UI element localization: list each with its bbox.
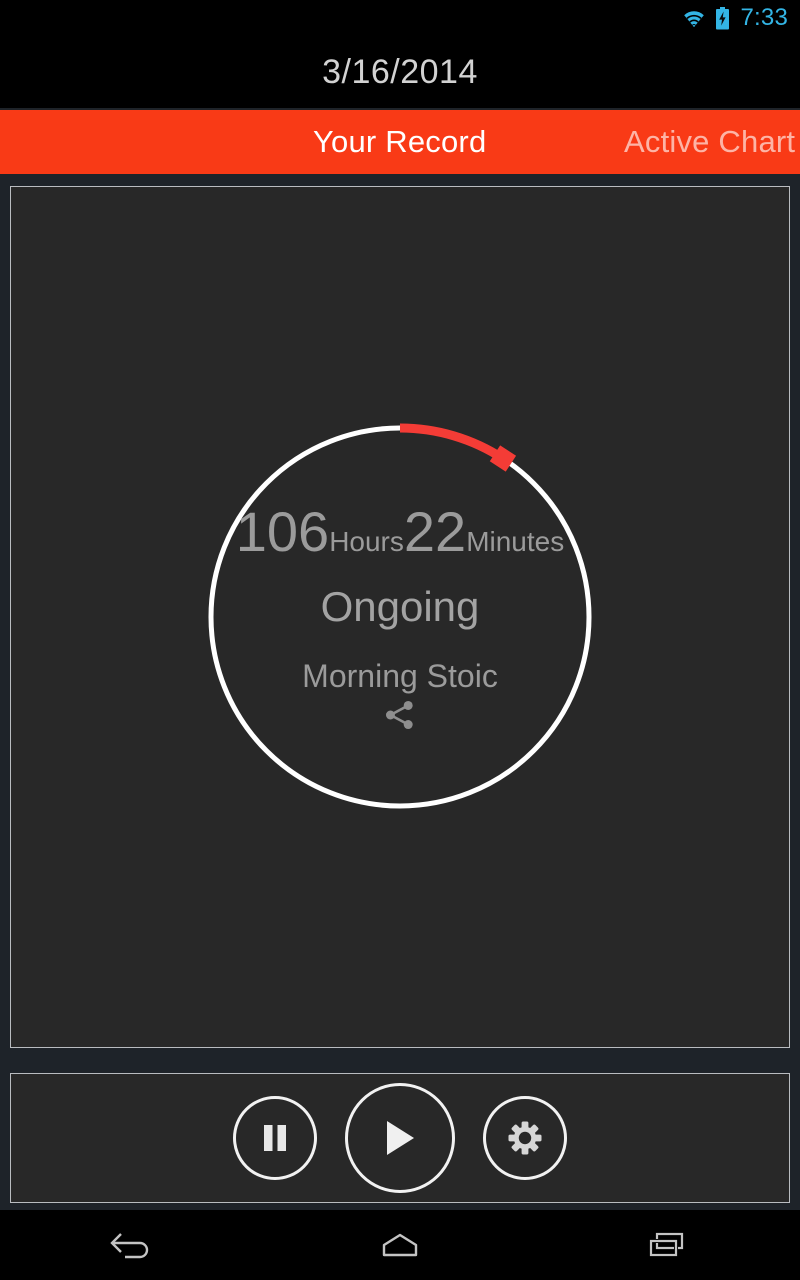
status-text: Ongoing (320, 583, 480, 630)
pause-button[interactable] (233, 1096, 317, 1180)
tab-bar: Your Record Active Chart (0, 110, 800, 174)
page-title: 3/16/2014 (322, 52, 478, 91)
title-bar: 3/16/2014 (0, 36, 800, 108)
home-icon (382, 1233, 418, 1257)
hours-value: 106 (235, 500, 330, 563)
share-icon[interactable] (383, 700, 417, 730)
nav-home-button[interactable] (340, 1210, 460, 1280)
wifi-icon (681, 8, 707, 28)
minutes-unit: Minutes (466, 526, 565, 557)
status-bar: 7:33 (0, 0, 800, 36)
hours-unit: Hours (329, 526, 404, 557)
recents-icon (648, 1232, 683, 1257)
pause-icon (264, 1125, 286, 1151)
back-arrow-icon (110, 1233, 149, 1259)
session-name: Morning Stoic (302, 658, 498, 694)
play-icon (387, 1121, 414, 1155)
duration-readout: 106 Hours 22 Minutes (236, 504, 564, 560)
gauge-content: 106 Hours 22 Minutes Ongoing Morning Sto… (200, 417, 600, 817)
battery-charging-icon (715, 6, 730, 30)
app-screen: 7:33 3/16/2014 Your Record Active Chart … (0, 0, 800, 1280)
tab-your-record[interactable]: Your Record (313, 124, 486, 160)
progress-gauge: 106 Hours 22 Minutes Ongoing Morning Sto… (200, 417, 600, 817)
play-button[interactable] (345, 1083, 455, 1193)
nav-back-button[interactable] (73, 1210, 193, 1280)
tab-active-chart[interactable]: Active Chart (624, 124, 795, 160)
record-panel: 106 Hours 22 Minutes Ongoing Morning Sto… (10, 186, 790, 1048)
status-clock: 7:33 (740, 4, 788, 31)
controls-panel (10, 1073, 790, 1203)
gear-icon (508, 1121, 542, 1155)
minutes-value: 22 (403, 500, 467, 563)
navigation-bar (0, 1210, 800, 1280)
settings-button[interactable] (483, 1096, 567, 1180)
nav-recents-button[interactable] (607, 1210, 727, 1280)
